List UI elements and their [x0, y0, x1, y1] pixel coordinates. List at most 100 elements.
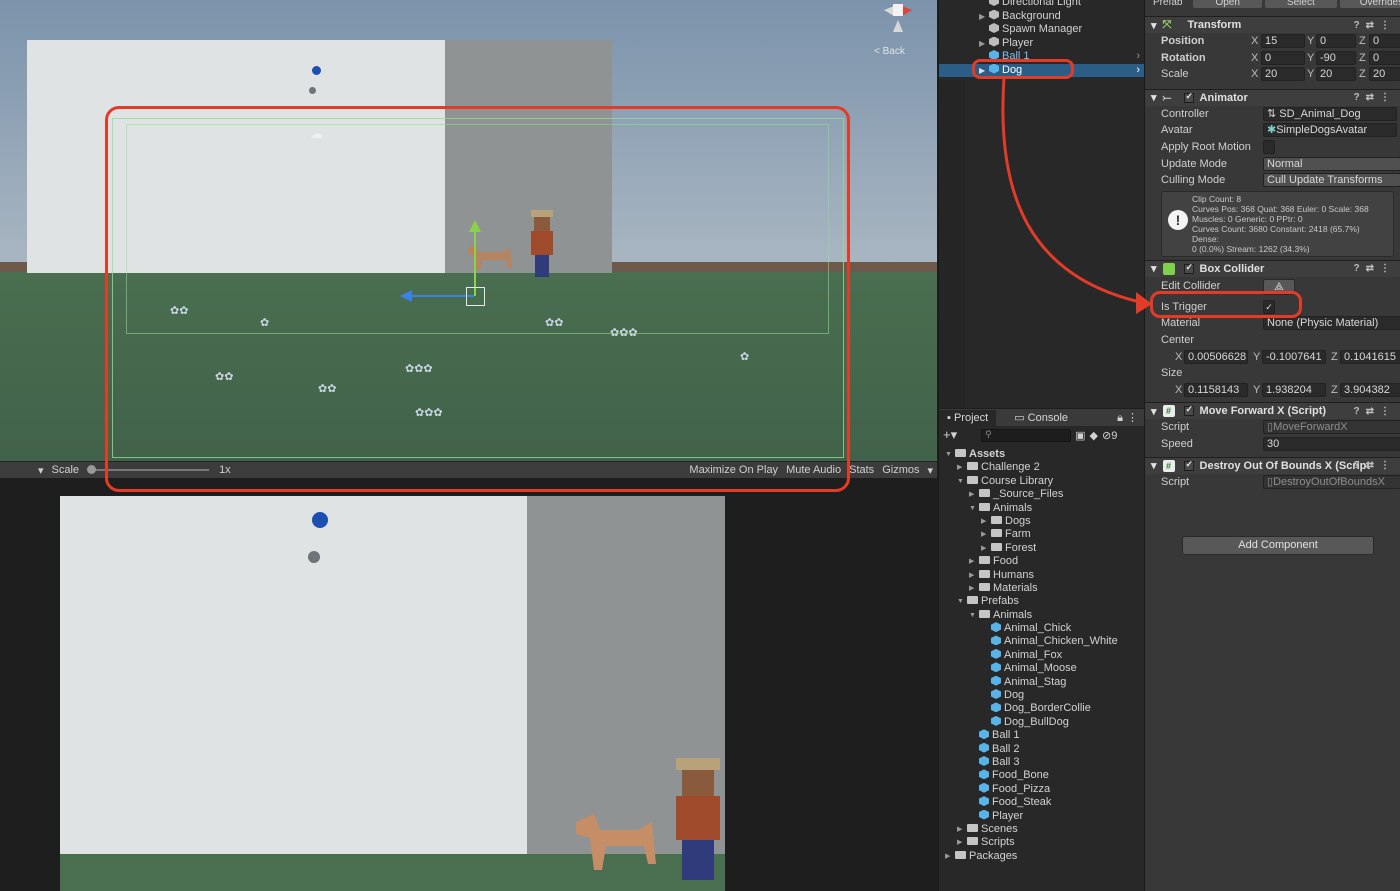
center-x-field[interactable]: 0.00506628: [1184, 349, 1248, 364]
project-item-animal-chicken-white[interactable]: Animal_Chicken_White: [939, 635, 1144, 648]
stats-toggle[interactable]: Stats: [845, 464, 878, 476]
project-item-animals[interactable]: ▼ Animals: [939, 502, 1144, 515]
box-collider-header[interactable]: ▾ Box Collider ?⇄⋮: [1145, 259, 1400, 277]
rotation-z-field[interactable]: 0: [1369, 50, 1400, 65]
project-item-player[interactable]: Player: [939, 809, 1144, 823]
project-item-dog[interactable]: Dog: [939, 689, 1144, 702]
box-collider-enabled-checkbox[interactable]: [1183, 262, 1194, 274]
project-item-prefabs[interactable]: ▼ Prefabs: [939, 595, 1144, 608]
display-dropdown-icon[interactable]: ▾: [34, 464, 48, 477]
apply-root-motion-checkbox[interactable]: [1263, 139, 1275, 154]
hierarchy-item-directional-light[interactable]: Directional Light: [939, 0, 1144, 10]
hidden-packages-icon[interactable]: ⊘9: [1102, 429, 1117, 442]
update-mode-dropdown[interactable]: Normal: [1263, 156, 1400, 171]
project-item-animal-chick[interactable]: Animal_Chick: [939, 622, 1144, 635]
foldout-arrow-icon[interactable]: ▾: [1151, 405, 1157, 418]
project-item-dog-bordercollie[interactable]: Dog_BorderCollie: [939, 702, 1144, 715]
expanded-arrow-icon[interactable]: ▼: [945, 448, 952, 461]
gizmos-dropdown[interactable]: Gizmos: [878, 464, 923, 476]
move-forward-header[interactable]: ▾ # Move Forward X (Script) ?⇄⋮: [1145, 402, 1400, 420]
prefab-overrides-dropdown[interactable]: Overrides: [1339, 0, 1400, 8]
ball-object[interactable]: [312, 66, 321, 75]
project-item-dogs[interactable]: ▶ Dogs: [939, 515, 1144, 528]
collapsed-arrow-icon[interactable]: ▶: [969, 555, 974, 568]
scale-y-field[interactable]: 20: [1316, 67, 1356, 82]
project-item-challenge-2[interactable]: ▶ Challenge 2: [939, 461, 1144, 474]
component-menu-icons[interactable]: ?⇄⋮: [1354, 460, 1397, 471]
collapsed-arrow-icon[interactable]: ▶: [981, 542, 986, 555]
search-by-label-icon[interactable]: ◆: [1090, 429, 1098, 442]
prefab-select-button[interactable]: Select: [1264, 0, 1337, 8]
project-item-course-library[interactable]: ▼ Course Library: [939, 475, 1144, 488]
size-x-field[interactable]: 0.1158143: [1184, 382, 1248, 397]
collapsed-arrow-icon[interactable]: ▶: [969, 569, 974, 582]
scene-back-label[interactable]: < Back: [874, 46, 905, 57]
project-item-animal-stag[interactable]: Animal_Stag: [939, 675, 1144, 689]
position-x-field[interactable]: 15: [1261, 34, 1305, 48]
culling-mode-dropdown[interactable]: Cull Update Transforms: [1263, 173, 1400, 188]
hierarchy-item-background[interactable]: ▶ Background: [939, 9, 1144, 24]
gizmos-dropdown-icon[interactable]: ▾: [923, 464, 937, 477]
project-item-animal-moose[interactable]: Animal_Moose: [939, 662, 1144, 675]
size-z-field[interactable]: 3.904382: [1340, 382, 1400, 397]
collapsed-arrow-icon[interactable]: ▶: [957, 836, 962, 849]
destroy-out-of-bounds-header[interactable]: ▾ # Destroy Out Of Bounds X (Script ?⇄⋮: [1145, 456, 1400, 474]
avatar-field[interactable]: ✱SimpleDogsAvatar: [1263, 123, 1397, 138]
game-view[interactable]: [0, 493, 937, 891]
search-by-type-icon[interactable]: ▣: [1075, 429, 1085, 442]
scale-z-field[interactable]: 20: [1369, 67, 1400, 82]
project-item-assets[interactable]: ▼ Assets: [939, 448, 1144, 461]
chevron-right-icon[interactable]: ›: [1136, 50, 1140, 64]
tab-project[interactable]: ▪ Project: [939, 410, 997, 426]
lock-icon[interactable]: 🔒︎: [1117, 410, 1123, 426]
collapsed-arrow-icon[interactable]: ▶: [957, 823, 962, 836]
collapsed-arrow-icon[interactable]: ▶: [969, 488, 974, 501]
rotation-y-field[interactable]: -90: [1316, 50, 1356, 65]
component-menu-icons[interactable]: ?⇄⋮: [1354, 92, 1397, 103]
center-y-field[interactable]: -0.1007641: [1262, 349, 1326, 364]
collapsed-arrow-icon[interactable]: ▶: [945, 850, 950, 863]
expanded-arrow-icon[interactable]: ▼: [969, 502, 976, 515]
animator-enabled-checkbox[interactable]: [1183, 91, 1194, 103]
foldout-arrow-icon[interactable]: ▾: [1151, 19, 1157, 32]
collapsed-arrow-icon[interactable]: ▶: [969, 582, 974, 595]
tab-console[interactable]: ▭ Console: [1006, 410, 1076, 426]
expanded-arrow-icon[interactable]: ▼: [957, 595, 964, 608]
destroy-enabled-checkbox[interactable]: [1183, 459, 1194, 471]
add-component-button[interactable]: Add Component: [1182, 536, 1374, 555]
center-z-field[interactable]: 0.1041615: [1340, 349, 1400, 364]
foldout-arrow-icon[interactable]: ▾: [1151, 459, 1157, 472]
speed-field[interactable]: 30: [1263, 436, 1400, 451]
material-field[interactable]: None (Physic Material): [1263, 316, 1400, 331]
collapsed-arrow-icon[interactable]: ▶: [957, 461, 962, 474]
project-item-scenes[interactable]: ▶ Scenes: [939, 823, 1144, 836]
project-item-humans[interactable]: ▶ Humans: [939, 569, 1144, 582]
hierarchy-item-player[interactable]: ▶ Player: [939, 36, 1144, 51]
component-menu-icons[interactable]: ?⇄⋮: [1354, 20, 1397, 31]
project-item-ball-2[interactable]: Ball 2: [939, 742, 1144, 756]
project-search-input[interactable]: ⚲: [981, 428, 1072, 442]
controller-field[interactable]: ⇅ SD_Animal_Dog: [1263, 106, 1397, 121]
expand-arrow-icon[interactable]: ▶: [979, 10, 985, 24]
project-item-animal-fox[interactable]: Animal_Fox: [939, 648, 1144, 662]
scene-orientation-gizmo[interactable]: [866, 0, 930, 44]
size-y-field[interactable]: 1.938204: [1262, 382, 1326, 397]
component-menu-icons[interactable]: ?⇄⋮: [1354, 263, 1397, 274]
move-forward-enabled-checkbox[interactable]: [1183, 404, 1194, 417]
animator-header[interactable]: ▾ ⤚ Animator ?⇄⋮: [1145, 88, 1400, 106]
project-item-forest[interactable]: ▶ Forest: [939, 542, 1144, 555]
scale-x-field[interactable]: 20: [1261, 67, 1305, 82]
add-asset-button[interactable]: +▾: [943, 427, 957, 443]
expanded-arrow-icon[interactable]: ▼: [969, 609, 976, 622]
prefab-open-button[interactable]: Open: [1193, 0, 1262, 8]
chevron-right-icon[interactable]: ›: [1136, 64, 1140, 78]
position-y-field[interactable]: 0: [1316, 34, 1356, 48]
project-item-food-steak[interactable]: Food_Steak: [939, 796, 1144, 809]
project-item-food-pizza[interactable]: Food_Pizza: [939, 782, 1144, 796]
project-item-dog-bulldog[interactable]: Dog_BullDog: [939, 715, 1144, 729]
component-menu-icons[interactable]: ?⇄⋮: [1354, 406, 1397, 417]
project-item-materials[interactable]: ▶ Materials: [939, 582, 1144, 595]
project-item-food[interactable]: ▶ Food: [939, 555, 1144, 568]
panel-menu-icon[interactable]: ⋮: [1127, 410, 1138, 426]
collapsed-arrow-icon[interactable]: ▶: [981, 515, 986, 528]
